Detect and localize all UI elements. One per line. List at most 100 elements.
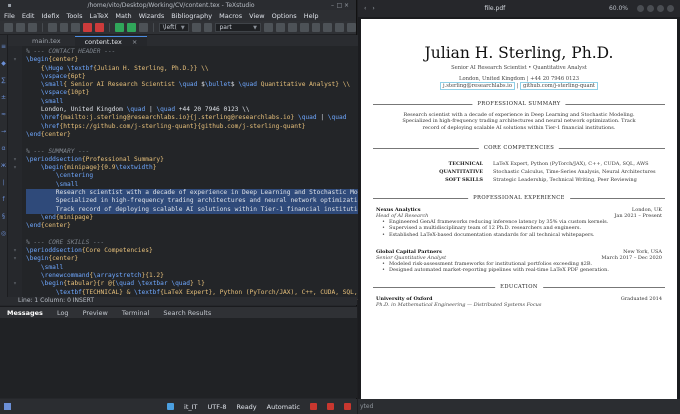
operators-icon[interactable]: ± <box>0 94 7 101</box>
menu-options[interactable]: Options <box>272 12 297 20</box>
menu-bibliography[interactable]: Bibliography <box>171 12 212 20</box>
close-icon[interactable]: × <box>343 2 350 9</box>
code-line[interactable]: London, United Kingdom \quad | \quad +44… <box>26 106 384 114</box>
code-line[interactable]: \begin{center} <box>26 255 384 263</box>
structure-combo[interactable]: part ▼ <box>215 23 261 32</box>
underline-icon[interactable] <box>287 23 297 32</box>
menu-macros[interactable]: Macros <box>219 12 242 20</box>
menu-math[interactable]: Math <box>115 12 131 20</box>
special-chars-icon[interactable]: § <box>0 213 7 220</box>
bold-icon[interactable] <box>264 23 273 32</box>
code-line[interactable]: \end{minipage} <box>26 214 384 222</box>
encoding-label[interactable]: UTF-8 <box>208 403 227 411</box>
code-line[interactable]: Track record of deploying scalable AI so… <box>26 205 384 214</box>
menu-file[interactable]: File <box>4 12 15 20</box>
code-line[interactable]: % --- CONTACT HEADER --- <box>26 48 384 56</box>
warning-icon[interactable] <box>327 403 334 410</box>
tab-main-tex[interactable]: main.tex <box>22 36 71 46</box>
copy-icon[interactable] <box>59 23 69 32</box>
tab-terminal[interactable]: Terminal <box>115 309 156 317</box>
code-line[interactable]: \small <box>26 181 384 189</box>
code-line[interactable]: Specialized in high-frequency trading ar… <box>26 197 384 206</box>
open-file-icon[interactable] <box>15 23 25 32</box>
menu-view[interactable]: View <box>249 12 264 20</box>
code-line[interactable]: \begin{center} <box>26 56 384 64</box>
italic-icon[interactable] <box>275 23 285 32</box>
mode-label[interactable]: Automatic <box>267 403 300 411</box>
build-and-view-icon[interactable] <box>115 23 124 32</box>
menu-edit[interactable]: Edit <box>22 12 35 20</box>
menu-latex[interactable]: LaTeX <box>89 12 108 20</box>
new-file-icon[interactable] <box>4 23 13 32</box>
code-line[interactable]: \begin{minipage}{0.9\textwidth} <box>26 164 384 172</box>
structure-icon[interactable]: ≡ <box>0 43 7 50</box>
greek-icon[interactable]: α <box>0 145 7 152</box>
undo-icon[interactable] <box>83 23 93 32</box>
tab-log[interactable]: Log <box>50 309 76 317</box>
tab-messages[interactable]: Messages <box>0 309 50 317</box>
badbox-icon[interactable] <box>344 403 351 410</box>
align-left-icon[interactable] <box>299 23 309 32</box>
code-line[interactable]: % --- SUMMARY --- <box>26 148 384 156</box>
code-line[interactable]: Research scientist with a decade of expe… <box>26 189 384 198</box>
align-right-icon[interactable] <box>323 23 333 32</box>
code-line[interactable]: \small{ Senior AI Research Scientist \qu… <box>26 81 384 89</box>
arrows-icon[interactable]: → <box>0 128 7 135</box>
code-line[interactable] <box>26 139 384 147</box>
code-line[interactable]: \perioddsection{Professional Summary} <box>26 156 384 164</box>
close-tab-icon[interactable]: × <box>132 38 137 46</box>
search-icon[interactable] <box>637 5 644 12</box>
code-line[interactable]: \renewcommand{\arraystretch}{1.2} <box>26 272 384 280</box>
zoom-level[interactable]: 60.0% <box>609 5 628 12</box>
menu-help[interactable]: Help <box>304 12 319 20</box>
menu-tools[interactable]: Tools <box>66 12 82 20</box>
code-line[interactable]: {\Huge \textbf{Julian H. Sterling, Ph.D.… <box>26 65 384 73</box>
code-lines[interactable]: % --- CONTACT HEADER --- \begin{center} {… <box>22 46 384 300</box>
fontawesome-icon[interactable]: f <box>0 196 7 203</box>
format-icon[interactable] <box>191 23 201 32</box>
newline-icon[interactable] <box>335 23 345 32</box>
cyrillic-icon[interactable]: ж <box>0 162 7 169</box>
tab-search-results[interactable]: Search Results <box>156 309 218 317</box>
tab-content-tex[interactable]: content.tex × <box>74 36 148 46</box>
pdf-viewer-toggle-icon[interactable] <box>4 403 11 410</box>
close-icon[interactable] <box>667 5 674 12</box>
menu-icon[interactable] <box>647 5 654 12</box>
code-line[interactable]: \small <box>26 98 384 106</box>
pdf-page[interactable]: Julian H. Sterling, Ph.D. Senior AI Rese… <box>361 19 677 399</box>
save-icon[interactable] <box>27 23 37 32</box>
symbols-icon[interactable]: ∑ <box>0 77 7 84</box>
format-icon[interactable] <box>203 23 213 32</box>
code-line[interactable]: \begin{tabular}{r @{\quad \textbar \quad… <box>26 280 384 288</box>
stop-icon[interactable] <box>138 23 148 32</box>
minimize-icon[interactable] <box>657 5 664 12</box>
language-label[interactable]: it_IT <box>184 403 198 411</box>
code-line[interactable] <box>26 231 384 239</box>
misc-icon[interactable]: ◎ <box>0 230 7 237</box>
maximize-icon[interactable]: □ <box>336 2 343 9</box>
code-line[interactable]: \perioddsection{Core Competencies} <box>26 247 384 255</box>
spellcheck-icon[interactable] <box>167 403 175 410</box>
redo-icon[interactable] <box>95 23 105 32</box>
relations-icon[interactable]: ≈ <box>0 111 7 118</box>
cut-icon[interactable] <box>47 23 57 32</box>
error-icon[interactable] <box>310 403 317 410</box>
align-center-icon[interactable] <box>311 23 321 32</box>
tab-preview[interactable]: Preview <box>76 309 115 317</box>
menu-idefix[interactable]: Idefix <box>41 12 59 20</box>
minimize-icon[interactable]: – <box>329 2 336 9</box>
menu-wizards[interactable]: Wizards <box>139 12 165 20</box>
paste-icon[interactable] <box>71 23 81 32</box>
code-line[interactable]: \end{center} <box>26 222 384 230</box>
bookmarks-icon[interactable]: ◆ <box>0 60 7 67</box>
email-link[interactable]: j.sterling@researchlabs.io <box>439 82 515 90</box>
code-line[interactable]: \href{https://github.com/j-sterling-quan… <box>26 123 384 131</box>
code-line[interactable]: \small <box>26 264 384 272</box>
back-icon[interactable]: ‹ <box>364 5 366 12</box>
code-line[interactable]: \end{center} <box>26 131 384 139</box>
code-line[interactable]: \centering <box>26 172 384 180</box>
code-line[interactable]: \vspace{6pt} <box>26 73 384 81</box>
code-line[interactable]: % --- CORE SKILLS --- <box>26 239 384 247</box>
compile-icon[interactable] <box>126 23 136 32</box>
code-line[interactable]: \textbf{TECHNICAL} & \textbf{LaTeX Exper… <box>26 289 384 297</box>
